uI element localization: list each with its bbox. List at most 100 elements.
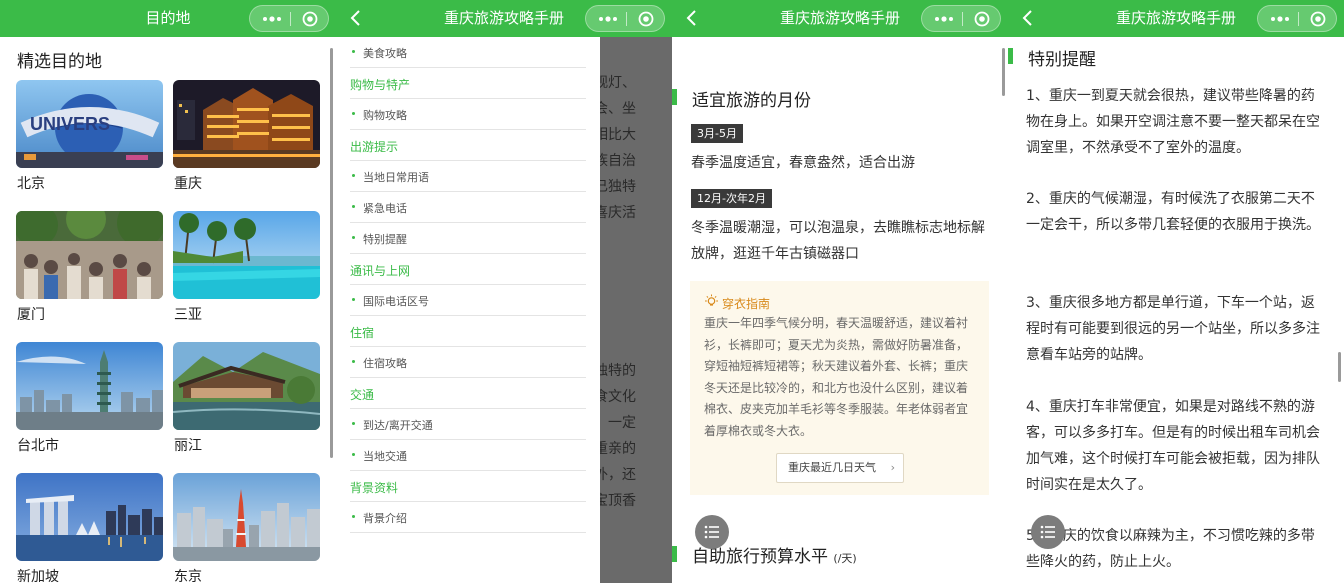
toc-item[interactable]: 紧急电话 — [350, 192, 586, 223]
weather-button-label: 重庆最近几日天气 — [788, 461, 876, 474]
destination-image — [173, 473, 320, 561]
section-marker — [672, 546, 677, 562]
toc-item[interactable]: 购物攻略 — [350, 99, 586, 130]
toc-category[interactable]: 背景资料 — [350, 471, 586, 502]
toc-item[interactable]: 到达/离开交通 — [350, 409, 586, 440]
overlay-text-line: 相比大 — [600, 127, 636, 143]
list-icon — [1040, 525, 1055, 539]
toc-float-button[interactable] — [695, 515, 729, 549]
toc-category[interactable]: 交通 — [350, 378, 586, 409]
overlay-text-line: ，一定 — [600, 415, 636, 431]
destination-name: 厦门 — [17, 307, 45, 323]
toc-item[interactable]: 当地交通 — [350, 440, 586, 471]
toc-label: 出游提示 — [350, 140, 399, 154]
guide-toc-screen: 重庆旅游攻略手册 美食攻略 购物与特产 购物攻略 出游提示 当地日常用语 紧急电话 特别提醒… — [336, 0, 672, 583]
bullet-icon — [352, 298, 355, 301]
destination-name: 新加坡 — [17, 569, 59, 583]
destination-name: 三亚 — [174, 307, 202, 323]
close-mini-program-icon[interactable] — [974, 11, 990, 27]
overlay-text-line: 喜庆活 — [600, 205, 636, 221]
more-icon[interactable] — [260, 9, 284, 29]
bullet-icon — [352, 112, 355, 115]
more-icon[interactable] — [596, 9, 620, 29]
capsule-divider — [1298, 12, 1299, 26]
toc-label: 当地日常用语 — [363, 171, 429, 184]
bullet-icon — [352, 205, 355, 208]
mini-program-capsule — [921, 5, 1001, 32]
destination-card-sanya[interactable]: 三亚 — [173, 211, 320, 329]
clothing-guide-title: 穿衣指南 — [722, 297, 771, 311]
guide-season-screen: 重庆旅游攻略手册 适宜旅游的月份 3月-5月 春季温度适宜，春意盎然，适合出游 … — [672, 0, 1008, 583]
toc-item[interactable]: 背景介绍 — [350, 502, 586, 533]
destination-image — [173, 80, 320, 168]
toc-item[interactable]: 美食攻略 — [350, 37, 586, 68]
nav-bar: 目的地 — [0, 0, 336, 37]
destination-name: 台北市 — [17, 438, 59, 454]
destination-card-taipei[interactable]: 台北市 — [16, 342, 163, 460]
dimmed-content-overlay[interactable]: 观灯、会、坐相比大族自治已独特喜庆活独特的食文化 ，一定重亲的外，还宝顶香 — [600, 37, 672, 583]
scrollbar[interactable] — [1002, 48, 1005, 96]
toc-label: 特别提醒 — [363, 233, 407, 246]
more-icon[interactable] — [1268, 9, 1292, 29]
toc-float-button[interactable] — [1031, 515, 1065, 549]
destination-image — [173, 211, 320, 299]
overlay-text-line: 食文化 — [600, 389, 636, 405]
reminder-paragraph: 4、重庆打车非常便宜，如果是对路线不熟的游客，可以多多打车。但是有的时候出租车司… — [1026, 399, 1320, 493]
destination-name: 丽江 — [174, 438, 202, 454]
toc-label: 住宿攻略 — [363, 357, 407, 370]
bullet-icon — [352, 422, 355, 425]
bullet-icon — [352, 515, 355, 518]
toc-label: 购物攻略 — [363, 109, 407, 122]
weather-button[interactable]: 重庆最近几日天气 › — [776, 453, 904, 483]
destination-card-singapore[interactable]: 新加坡 — [16, 473, 163, 583]
close-mini-program-icon[interactable] — [638, 11, 654, 27]
toc-category[interactable]: 住宿 — [350, 316, 586, 347]
close-mini-program-icon[interactable] — [302, 11, 318, 27]
more-icon[interactable] — [932, 9, 956, 29]
toc-item[interactable]: 住宿攻略 — [350, 347, 586, 378]
mini-program-capsule — [585, 5, 665, 32]
clothing-guide-card: 穿衣指南 重庆一年四季气候分明，春天温暖舒适，建议着衬衫，长裤即可；夏天尤为炎热… — [690, 281, 989, 495]
toc-label: 当地交通 — [363, 450, 407, 463]
toc-item[interactable]: 国际电话区号 — [350, 285, 586, 316]
overlay-text-line: 重亲的 — [600, 441, 636, 457]
season-tag: 12月-次年2月 — [691, 189, 772, 208]
toc-item[interactable]: 特别提醒 — [350, 223, 586, 254]
capsule-divider — [626, 12, 627, 26]
destination-card-tokyo[interactable]: 东京 — [173, 473, 320, 583]
capsule-divider — [962, 12, 963, 26]
clothing-guide-text: 重庆一年四季气候分明，春天温暖舒适，建议着衬衫，长裤即可；夏天尤为炎热，需做好防… — [704, 316, 969, 438]
mini-program-capsule — [1257, 5, 1337, 32]
close-mini-program-icon[interactable] — [1310, 11, 1326, 27]
destination-image — [16, 211, 163, 299]
toc-label: 交通 — [350, 388, 375, 402]
section-title: 适宜旅游的月份 — [692, 91, 811, 111]
destination-card-xiamen[interactable]: 厦门 — [16, 211, 163, 329]
destinations-screen: 目的地 精选目的地 UNIVERS 北京 重庆 厦门 三亚 台北市 丽江 新加坡… — [0, 0, 336, 583]
scrollbar[interactable] — [1338, 352, 1341, 382]
toc-category[interactable]: 出游提示 — [350, 130, 586, 161]
mini-program-capsule — [249, 5, 329, 32]
destination-card-chongqing[interactable]: 重庆 — [173, 80, 320, 198]
reminder-paragraph: 3、重庆很多地方都是单行道，下车一个站，返程时有可能要到很远的另一个站坐，所以多… — [1026, 295, 1320, 363]
destination-card-beijing[interactable]: UNIVERS 北京 — [16, 80, 163, 198]
budget-title: 自助旅行预算水平 — [692, 547, 828, 567]
toc-label: 国际电话区号 — [363, 295, 429, 308]
section-marker — [1008, 48, 1013, 64]
lightbulb-icon — [705, 294, 718, 306]
destination-image: UNIVERS — [16, 80, 163, 168]
toc-label: 购物与特产 — [350, 78, 411, 92]
svg-text:UNIVERS: UNIVERS — [30, 114, 110, 134]
destination-image — [16, 342, 163, 430]
toc-category[interactable]: 购物与特产 — [350, 68, 586, 99]
season-description: 冬季温暖潮湿，可以泡温泉，去瞧瞧标志地标解放牌，逛逛千年古镇磁器口 — [691, 220, 985, 262]
destination-image — [173, 342, 320, 430]
destination-card-lijiang[interactable]: 丽江 — [173, 342, 320, 460]
list-icon — [704, 525, 719, 539]
scrollbar[interactable] — [330, 48, 333, 458]
toc-item[interactable]: 当地日常用语 — [350, 161, 586, 192]
overlay-text-line: 观灯、 — [600, 75, 636, 91]
toc-category[interactable]: 通讯与上网 — [350, 254, 586, 285]
overlay-text-line: 外，还 — [600, 467, 636, 483]
toc-label: 背景资料 — [350, 481, 399, 495]
